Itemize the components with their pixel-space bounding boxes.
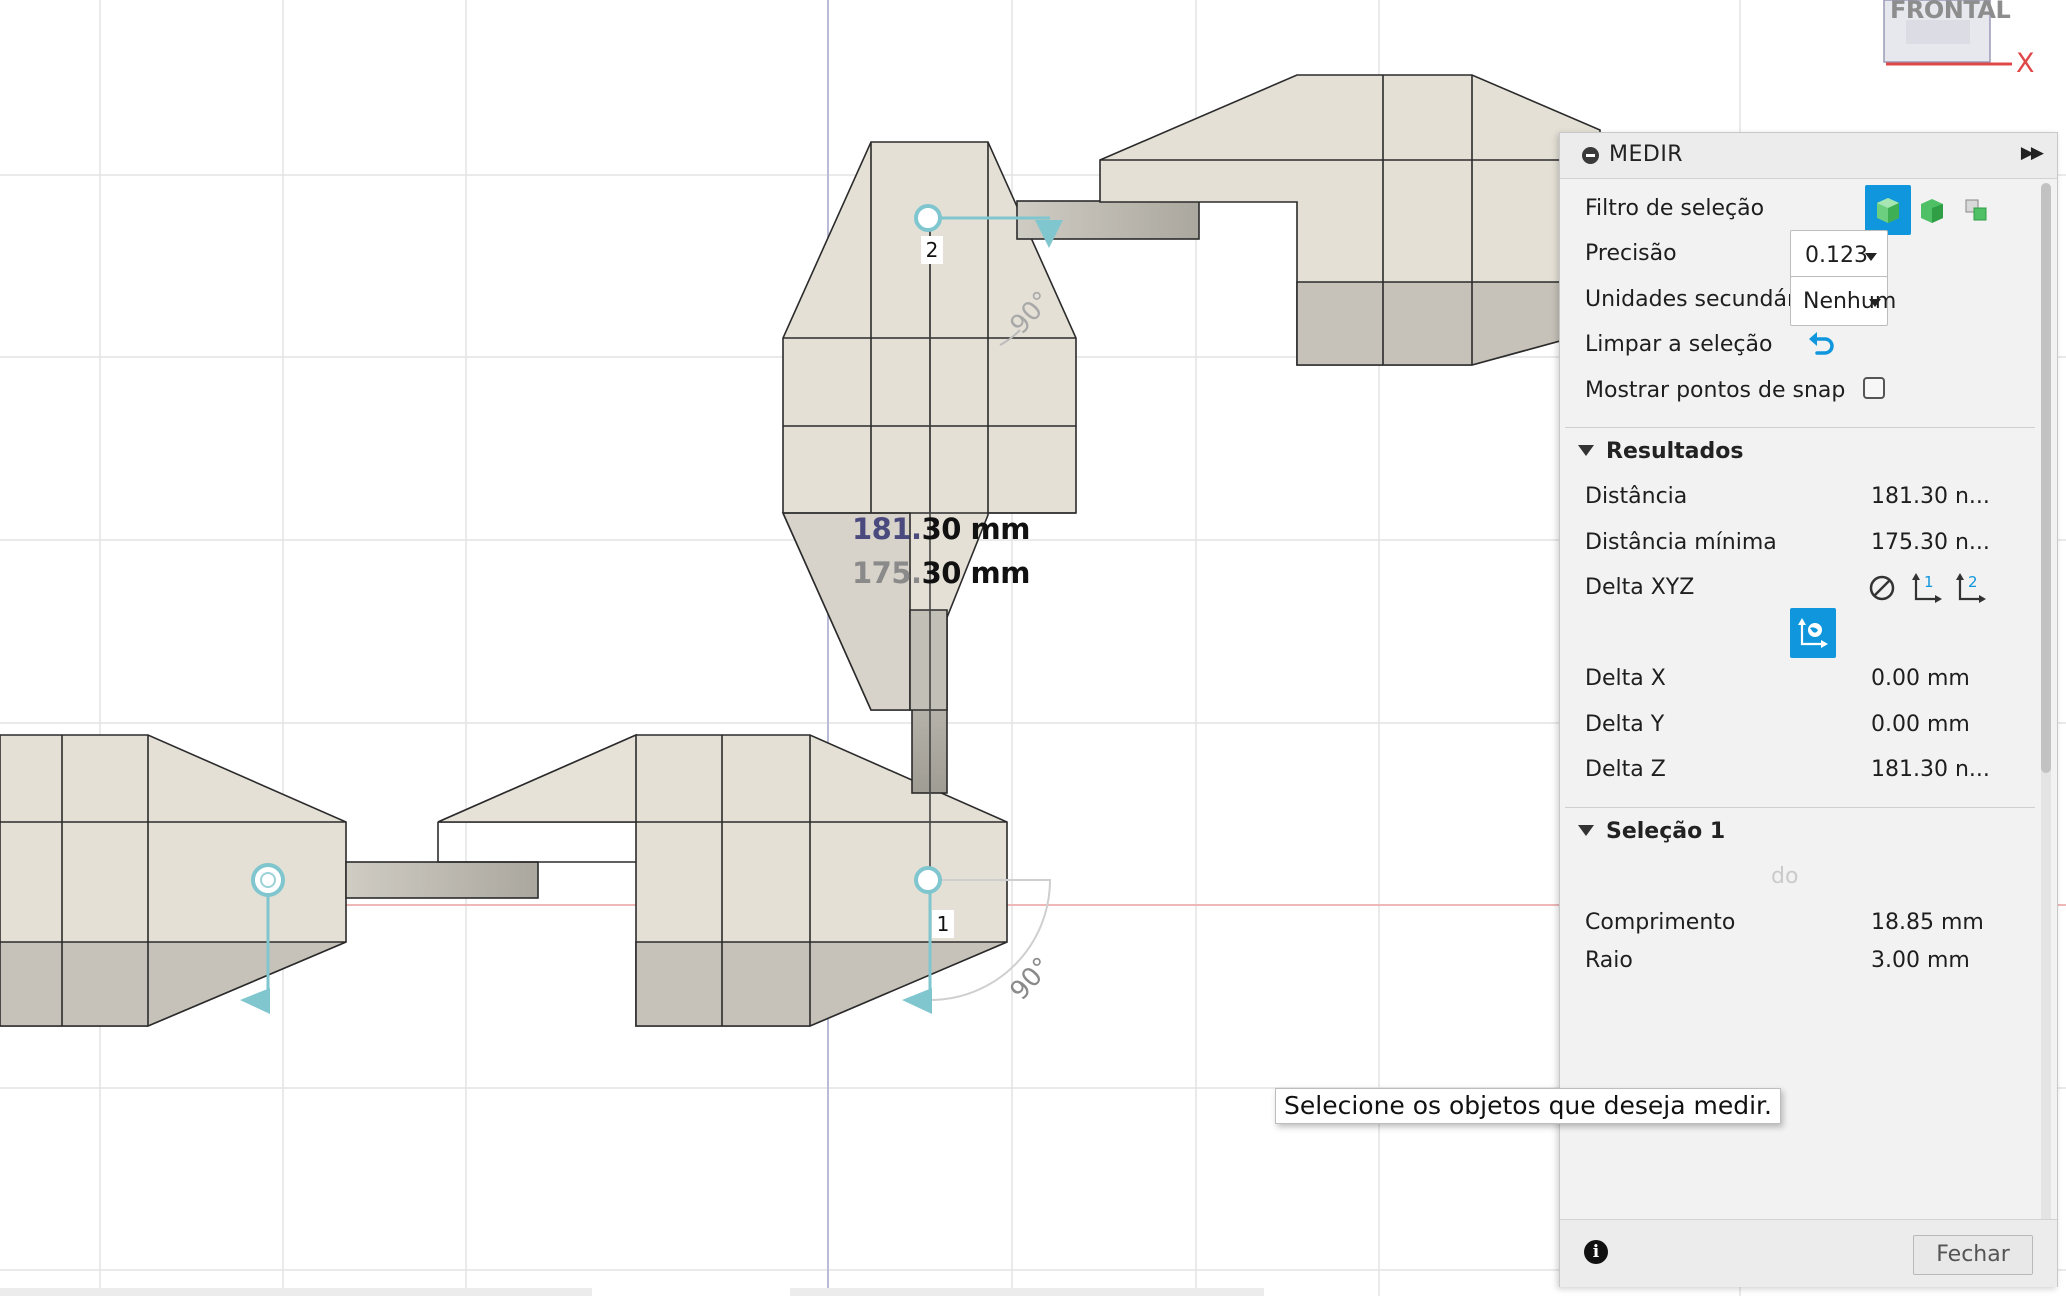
view-cube-label: FRONTAL — [1890, 0, 2011, 24]
precision-label: Precisão — [1585, 241, 1677, 266]
axis-world-icon — [1798, 618, 1828, 648]
results-section-header[interactable]: Resultados — [1578, 439, 1743, 464]
delta-x-value: 0.00 mm — [1871, 666, 1970, 691]
radius-label: Raio — [1585, 948, 1633, 972]
snap-point-left[interactable] — [251, 863, 285, 897]
delta-none-button[interactable] — [1859, 563, 1905, 613]
panel-scrollbar[interactable] — [2041, 183, 2051, 1228]
clear-selection-label: Limpar a seleção — [1585, 332, 1773, 357]
delta-y-value: 0.00 mm — [1871, 712, 1970, 737]
point-label-2: 2 — [921, 236, 943, 264]
length-value: 18.85 mm — [1871, 910, 1984, 935]
axis-selection-2-icon: 2 — [1956, 573, 1986, 603]
min-distance-label-value: 30 mm — [921, 556, 1031, 590]
panel-header[interactable]: MEDIR ▶▶ — [1560, 133, 2057, 179]
filter-face-button[interactable] — [1909, 185, 1955, 235]
delta-z-value: 181.30 n... — [1871, 757, 1990, 782]
delta-z-label: Delta Z — [1585, 757, 1666, 782]
expand-panel-icon[interactable]: ▶▶ — [2021, 143, 2044, 163]
precision-value: 0.123 — [1805, 243, 1868, 268]
selection1-partial-label: do — [1771, 864, 1799, 889]
min-distance-row-value: 175.30 n... — [1871, 530, 1990, 555]
collapse-triangle-icon — [1578, 445, 1594, 456]
clear-selection-button[interactable] — [1797, 319, 1843, 369]
show-snap-label: Mostrar pontos de snap — [1585, 378, 1846, 403]
distance-label: 181.30 mm — [852, 512, 1030, 546]
panel-title: MEDIR — [1609, 142, 1684, 167]
panel-footer: i Fechar — [1560, 1219, 2057, 1287]
undo-icon — [1809, 332, 1834, 355]
show-snap-checkbox[interactable] — [1863, 377, 1885, 399]
selection1-section-header[interactable]: Seleção 1 — [1578, 819, 1725, 844]
point-label-1: 1 — [932, 910, 954, 938]
scrollbar-thumb[interactable] — [2041, 183, 2051, 773]
info-icon[interactable]: i — [1584, 1240, 1608, 1264]
divider — [1565, 807, 2035, 808]
bottom-strip-center — [790, 1288, 1264, 1296]
distance-row-label: Distância — [1585, 484, 1688, 509]
distance-row-value: 181.30 n... — [1871, 484, 1990, 509]
delta-world-button[interactable] — [1790, 608, 1836, 658]
svg-text:1: 1 — [1924, 573, 1934, 591]
link-vertical[interactable] — [781, 141, 1200, 711]
snap-point-2[interactable] — [914, 204, 942, 232]
none-icon — [1869, 575, 1895, 601]
selection-filter-label: Filtro de seleção — [1585, 196, 1765, 221]
face-icon — [1921, 199, 1943, 223]
min-distance-label-prefix: 175. — [852, 556, 922, 590]
edge-icon — [1965, 199, 1987, 221]
chevron-down-icon — [1865, 253, 1877, 261]
delta-x-label: Delta X — [1585, 666, 1666, 691]
cube-body-icon — [1877, 198, 1899, 223]
bottom-strip-left — [0, 1288, 592, 1296]
selection1-title: Seleção 1 — [1606, 819, 1726, 844]
delta-selection2-button[interactable]: 2 — [1948, 563, 1994, 613]
divider — [1565, 427, 2035, 428]
axis-selection-1-icon: 1 — [1912, 573, 1942, 603]
secondary-units-value: Nenhum — [1803, 289, 1897, 314]
close-button[interactable]: Fechar — [1913, 1235, 2033, 1275]
delta-y-label: Delta Y — [1585, 712, 1665, 737]
filter-edge-button[interactable] — [1953, 185, 1999, 235]
collapse-icon[interactable] — [1582, 147, 1599, 164]
filter-body-button[interactable] — [1865, 185, 1911, 235]
selection-tooltip: Selecione os objetos que deseja medir. — [1275, 1088, 1781, 1124]
x-axis-label: X — [2016, 48, 2035, 79]
min-distance-row-label: Distância mínima — [1585, 530, 1777, 555]
svg-text:2: 2 — [1968, 573, 1978, 591]
distance-label-prefix: 181. — [852, 512, 922, 546]
chevron-down-icon — [1869, 299, 1881, 307]
radius-value: 3.00 mm — [1871, 948, 1970, 972]
delta-xyz-label: Delta XYZ — [1585, 575, 1695, 600]
distance-label-value: 30 mm — [921, 512, 1031, 546]
min-distance-label: 175.30 mm — [852, 556, 1030, 590]
length-label: Comprimento — [1585, 910, 1736, 935]
precision-dropdown[interactable]: 0.123 — [1790, 230, 1888, 280]
results-title: Resultados — [1606, 439, 1744, 464]
snap-point-1[interactable] — [914, 866, 942, 894]
collapse-triangle-icon — [1578, 825, 1594, 836]
delta-selection1-button[interactable]: 1 — [1904, 563, 1950, 613]
